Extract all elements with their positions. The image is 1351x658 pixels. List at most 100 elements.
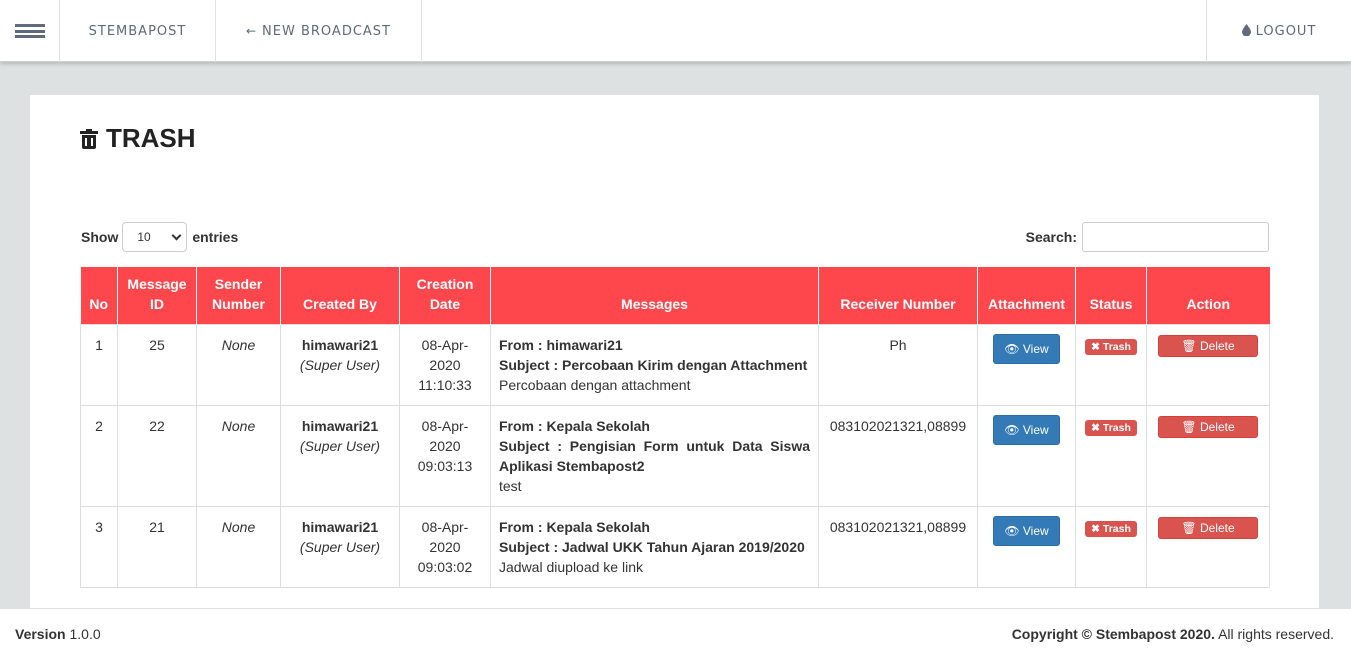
row-sender-number: None [196, 404, 281, 507]
row-status: ✖ Trash [1075, 505, 1147, 588]
delete-label: Delete [1199, 520, 1235, 535]
column-header-sender-number[interactable]: Sender Number [196, 267, 281, 324]
row-sender-number: None [196, 323, 281, 406]
view-attachment-button[interactable]: 👁︎ View [993, 414, 1060, 445]
date-year: 2020 [429, 356, 461, 373]
search-input[interactable] [1082, 222, 1269, 252]
creator-role: (Super User) [299, 356, 381, 373]
page-title-text: TRASH [106, 123, 196, 153]
message-subject: Subject : Pengisian Form untuk Data Sisw… [499, 437, 810, 474]
date-time: 09:03:02 [417, 558, 473, 575]
column-header-action[interactable]: Action [1146, 267, 1270, 324]
row-status: ✖ Trash [1075, 323, 1147, 406]
column-header-created-by[interactable]: Created By [280, 267, 400, 324]
status-label: Trash [1102, 522, 1131, 535]
entries-select[interactable]: 10 [122, 222, 188, 252]
row-created-by: himawari21 (Super User) [280, 505, 400, 588]
column-header-creation-date[interactable]: Creation Date [399, 267, 491, 324]
new-broadcast-link[interactable]: ← NEW BROADCAST [216, 0, 422, 62]
row-message: From : Kepala Sekolah Subject : Jadwal U… [490, 505, 819, 588]
delete-button[interactable]: 🗑︎ Delete [1158, 415, 1258, 438]
version-label: Version [15, 625, 66, 642]
search-control: Search: [1026, 222, 1269, 252]
show-label: Show [81, 229, 119, 245]
version-info: Version 1.0.0 [15, 626, 101, 642]
delete-button[interactable]: 🗑︎ Delete [1158, 334, 1258, 357]
logout-link[interactable]: LOGOUT [1206, 0, 1351, 62]
row-message-id: 25 [117, 323, 197, 406]
view-attachment-button[interactable]: 👁︎ View [993, 515, 1060, 546]
trash-icon: 🗑︎ [1181, 338, 1197, 353]
brand-link[interactable]: STEMBAPOST [60, 0, 216, 62]
creator-role: (Super User) [299, 538, 381, 555]
copyright-info: Copyright © Stembapost 2020. All rights … [1012, 626, 1334, 642]
arrow-left-icon: ← [245, 24, 258, 38]
row-action: 🗑︎ Delete [1146, 505, 1270, 588]
status-label: Trash [1102, 421, 1131, 434]
top-navbar: STEMBAPOST ← NEW BROADCAST LOGOUT [0, 0, 1351, 62]
row-creation-date: 08-Apr- 2020 09:03:02 [399, 505, 491, 588]
row-attachment: 👁︎ View [977, 505, 1076, 588]
date-year: 2020 [429, 437, 461, 454]
creator-username: himawari21 [301, 518, 379, 535]
row-creation-date: 08-Apr- 2020 09:03:13 [399, 404, 491, 507]
row-no: 2 [80, 404, 118, 507]
close-icon: ✖ [1091, 522, 1100, 535]
date-time: 11:10:33 [418, 376, 472, 393]
row-no: 1 [80, 323, 118, 406]
entries-select-value: 10 [137, 230, 151, 244]
message-body: test [499, 477, 522, 494]
view-label: View [1022, 523, 1049, 538]
column-header-no[interactable]: No [80, 267, 118, 324]
delete-label: Delete [1199, 338, 1235, 353]
brand-label: STEMBAPOST [88, 23, 187, 39]
creator-role: (Super User) [299, 437, 381, 454]
delete-button[interactable]: 🗑︎ Delete [1158, 516, 1258, 539]
new-broadcast-label: NEW BROADCAST [262, 23, 391, 39]
row-receiver-number: 083102021321,08899 [818, 404, 978, 507]
creator-username: himawari21 [301, 417, 379, 434]
close-icon: ✖ [1091, 421, 1100, 434]
version-value: 1.0.0 [69, 625, 101, 642]
message-from: From : Kepala Sekolah [499, 417, 650, 434]
message-body: Jadwal diupload ke link [499, 558, 643, 575]
row-action: 🗑︎ Delete [1146, 404, 1270, 507]
entries-label: entries [192, 229, 239, 245]
copyright-owner: Copyright © Stembapost 2020. [1011, 625, 1215, 642]
row-message: From : Kepala Sekolah Subject : Pengisia… [490, 404, 819, 507]
row-sender-number: None [196, 505, 281, 588]
table-row: 1 25 None himawari21 (Super User) 08-Apr… [80, 323, 1270, 406]
message-subject: Subject : Jadwal UKK Tahun Ajaran 2019/2… [499, 538, 805, 555]
column-header-attachment[interactable]: Attachment [977, 267, 1076, 324]
trash-icon: 🗑︎ [1181, 419, 1197, 434]
table-row: 2 22 None himawari21 (Super User) 08-Apr… [80, 404, 1270, 507]
navbar-spacer [422, 0, 1206, 62]
column-header-status[interactable]: Status [1075, 267, 1147, 324]
chevron-down-icon [171, 230, 182, 240]
row-status: ✖ Trash [1075, 404, 1147, 507]
status-badge: ✖ Trash [1085, 419, 1137, 436]
column-header-message-id[interactable]: Message ID [117, 267, 197, 324]
menu-toggle-button[interactable] [0, 0, 60, 62]
view-attachment-button[interactable]: 👁︎ View [993, 333, 1060, 364]
eye-icon: 👁︎ [1004, 422, 1020, 437]
page-footer: Version 1.0.0 Copyright © Stembapost 202… [0, 608, 1351, 658]
row-created-by: himawari21 (Super User) [280, 323, 400, 406]
entries-control: Show 10 entries [81, 222, 238, 252]
date-year: 2020 [429, 538, 461, 555]
column-header-receiver-number[interactable]: Receiver Number [818, 267, 978, 324]
eye-icon: 👁︎ [1004, 523, 1020, 538]
page-title: TRASH [80, 123, 196, 154]
table-header-row: No Message ID Sender Number Created By C… [80, 267, 1270, 324]
message-body: Percobaan dengan attachment [499, 376, 691, 393]
row-message: From : himawari21 Subject : Percobaan Ki… [490, 323, 819, 406]
column-header-messages[interactable]: Messages [490, 267, 819, 324]
message-from: From : himawari21 [499, 336, 623, 353]
hamburger-icon [14, 24, 45, 38]
close-icon: ✖ [1091, 340, 1100, 353]
delete-label: Delete [1199, 419, 1235, 434]
row-receiver-number: 083102021321,08899 [818, 505, 978, 588]
row-creation-date: 08-Apr- 2020 11:10:33 [399, 323, 491, 406]
table-row: 3 21 None himawari21 (Super User) 08-Apr… [80, 505, 1270, 588]
trash-panel: TRASH Show 10 entries Search: No Message… [30, 95, 1319, 615]
